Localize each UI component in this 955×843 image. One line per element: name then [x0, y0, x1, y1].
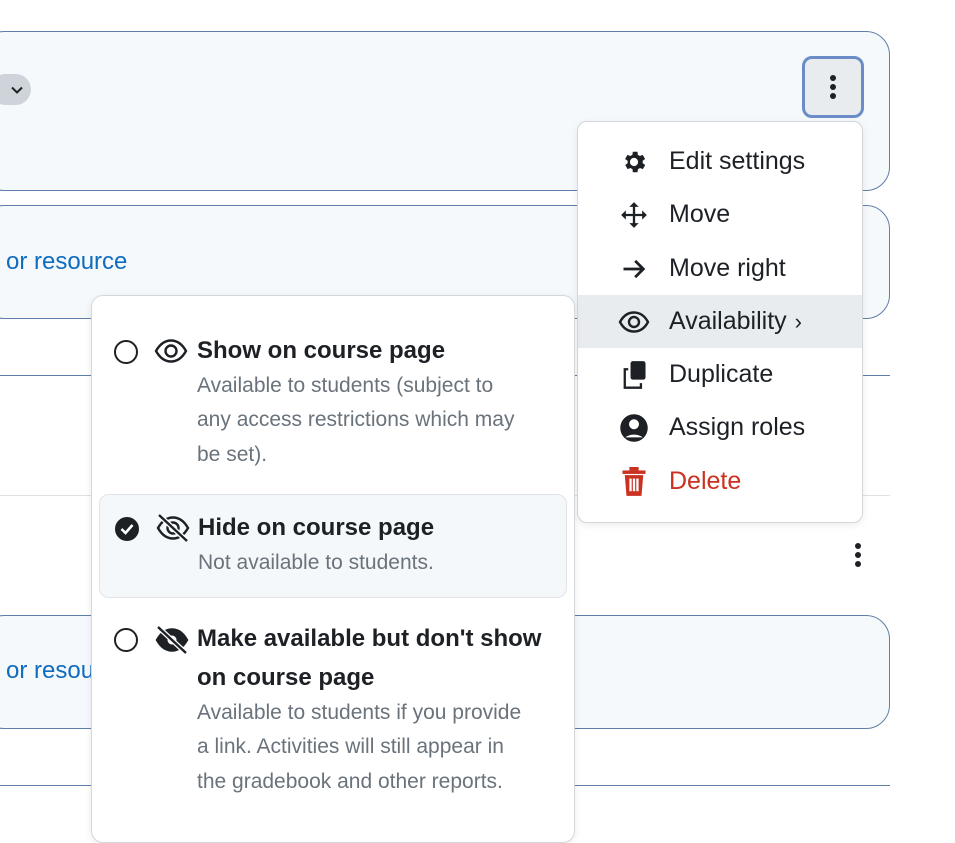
eye-icon	[154, 337, 190, 367]
option-desc: Available to students if you provide	[197, 701, 522, 724]
option-desc: any access restrictions which may	[197, 408, 515, 431]
option-desc: the gradebook and other reports.	[197, 770, 503, 793]
menu-item-delete[interactable]: Delete	[578, 455, 862, 508]
check-circle-icon[interactable]	[115, 517, 139, 541]
option-desc: Available to students (subject to	[197, 374, 494, 397]
user-circle-icon	[618, 412, 650, 444]
option-show-on-course-page[interactable]: Show on course page Available to student…	[92, 324, 574, 494]
menu-item-assign-roles[interactable]: Assign roles	[578, 401, 862, 454]
menu-item-edit-settings[interactable]: Edit settings	[578, 135, 862, 188]
gear-icon	[618, 146, 650, 178]
menu-item-availability[interactable]: Availability ›	[578, 295, 862, 348]
section-actions-button[interactable]	[802, 56, 864, 118]
option-desc: Not available to students.	[198, 551, 434, 574]
option-title: on course page	[197, 664, 375, 691]
eye-icon	[618, 306, 650, 338]
option-desc: a link. Activities will still appear in	[197, 735, 504, 758]
eye-hidden-icon	[154, 625, 190, 655]
add-activity-link[interactable]: or resou	[6, 657, 94, 685]
option-desc: be set).	[197, 443, 268, 466]
arrow-right-icon	[618, 253, 650, 285]
move-arrows-icon	[618, 199, 650, 231]
menu-item-move-right[interactable]: Move right	[578, 242, 862, 295]
copy-icon	[618, 359, 650, 391]
chevron-right-icon: ›	[794, 309, 802, 334]
option-title: Make available but don't show	[197, 625, 542, 652]
kebab-icon	[855, 543, 861, 567]
chevron-down-icon	[11, 86, 23, 94]
action-menu: Edit settings Move Move right Availabili…	[577, 121, 863, 523]
radio-unchecked[interactable]	[114, 628, 138, 652]
eye-slash-icon	[155, 513, 191, 543]
radio-unchecked[interactable]	[114, 340, 138, 364]
collapse-toggle[interactable]	[0, 74, 31, 105]
trash-icon	[618, 466, 650, 498]
activity-actions-button[interactable]	[846, 538, 870, 572]
option-title: Show on course page	[197, 337, 446, 364]
option-title: Hide on course page	[198, 514, 435, 541]
option-hide-on-course-page[interactable]: Hide on course page Not available to stu…	[99, 494, 567, 598]
menu-item-duplicate[interactable]: Duplicate	[578, 348, 862, 401]
kebab-icon	[830, 75, 836, 99]
add-activity-link[interactable]: or resource	[6, 248, 127, 276]
menu-item-move[interactable]: Move	[578, 188, 862, 241]
option-make-available-hidden[interactable]: Make available but don't show on course …	[92, 614, 574, 804]
availability-label: Availability	[669, 307, 787, 335]
availability-submenu: Show on course page Available to student…	[91, 295, 575, 843]
